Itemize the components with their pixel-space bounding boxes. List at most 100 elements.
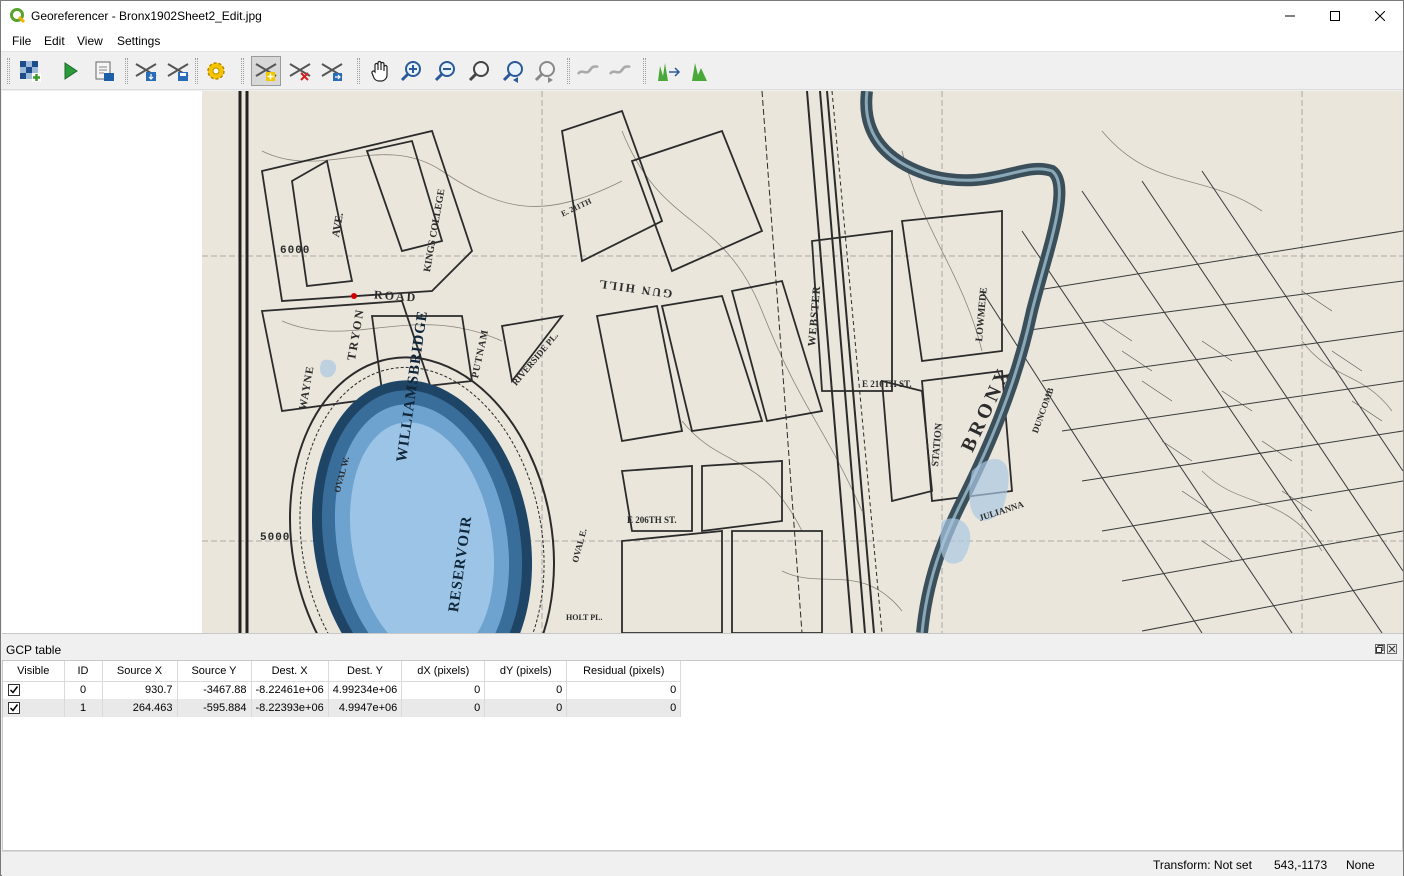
map-label-e206: E 206TH ST. [627,515,677,525]
column-header-dy[interactable]: dY (pixels) [484,661,568,682]
full-histogram-stretch-button[interactable] [653,56,683,86]
source-y-cell[interactable]: -3467.88 [177,681,252,699]
generate-gdal-script-button[interactable] [89,56,119,86]
link-qgis-to-georeferencer-icon [608,64,631,75]
close-panel-button[interactable] [1387,644,1397,654]
pan-icon [371,60,388,82]
dest-y-cell[interactable]: 4.9947e+06 [328,699,403,717]
toolbar-grip[interactable] [195,58,198,84]
map-label-e210: E 210TH ST. [862,379,912,389]
float-icon [1376,645,1384,653]
toolbar-grip[interactable] [567,58,570,84]
close-button[interactable] [1357,1,1403,31]
dest-x-cell[interactable]: -8.22461e+06 [251,681,329,699]
panel-controls [1375,644,1397,654]
id-cell[interactable]: 1 [64,699,103,717]
toolbar-grip[interactable] [357,58,360,84]
map-canvas[interactable]: ROAD TRYON PUTNAM RIVERSIDE PL. WAYNE KI… [2,91,1403,633]
full-histogram-stretch-icon [658,63,681,81]
float-panel-button[interactable] [1375,644,1385,654]
minimize-button[interactable] [1267,1,1313,31]
zoom-next-button[interactable] [531,56,561,86]
visible-checkbox[interactable] [8,684,20,697]
toolbar-grip[interactable] [7,58,10,84]
column-header-source-y[interactable]: Source Y [177,661,252,682]
pan-button[interactable] [365,56,395,86]
zoom-to-layer-icon [468,61,489,82]
column-header-dest-y[interactable]: Dest. Y [328,661,403,682]
menu-file[interactable]: File [9,34,34,48]
qgis-logo-icon [10,8,26,24]
visible-cell[interactable] [3,681,65,699]
column-header-residual[interactable]: Residual (pixels) [566,661,682,682]
delete-point-button[interactable] [285,56,315,86]
source-y-cell[interactable]: -595.884 [177,699,252,717]
table-row[interactable]: 0 930.7 -3467.88 -8.22461e+06 4.99234e+0… [3,681,682,699]
zoom-in-button[interactable] [397,56,427,86]
column-header-dx[interactable]: dX (pixels) [401,661,486,682]
link-georeferencer-to-qgis-icon [576,64,599,75]
column-header-id[interactable]: ID [64,661,103,682]
generate-gdal-script-icon [95,61,114,81]
maximize-button[interactable] [1312,1,1358,31]
raster-map[interactable]: ROAD TRYON PUTNAM RIVERSIDE PL. WAYNE KI… [202,91,1403,633]
save-gcp-points-icon [167,63,189,81]
residual-cell[interactable]: 0 [566,681,682,699]
start-georeferencing-button[interactable] [55,56,85,86]
id-cell[interactable]: 0 [64,681,103,699]
gcp-table-header: Visible ID Source X Source Y Dest. X Des… [3,661,682,682]
dy-cell[interactable]: 0 [484,699,568,717]
toolbar-grip[interactable] [643,58,646,84]
close-icon [1388,645,1396,653]
open-raster-icon [20,61,41,82]
link-georeferencer-to-qgis-button[interactable] [573,56,603,86]
residual-cell[interactable]: 0 [566,699,682,717]
gcp-table-body: Visible ID Source X Source Y Dest. X Des… [2,660,1403,851]
gcp-table-panel: GCP table Visible ID Source X Source Y D… [2,633,1403,851]
coordinate-readout: 543,-1173 [1274,858,1328,872]
start-georeferencing-icon [64,62,78,80]
menu-view[interactable]: View [74,34,106,48]
load-gcp-points-button[interactable] [131,56,161,86]
dx-cell[interactable]: 0 [401,699,486,717]
transform-status: Transform: Not set [1153,858,1252,872]
add-point-button[interactable] [251,56,281,86]
crs-status[interactable]: None [1346,858,1375,872]
table-row[interactable]: 1 264.463 -595.884 -8.22393e+06 4.9947e+… [3,699,682,717]
column-header-visible[interactable]: Visible [3,661,65,682]
zoom-to-layer-button[interactable] [465,56,495,86]
zoom-out-button[interactable] [431,56,461,86]
local-histogram-stretch-icon [692,63,707,81]
toolbar [1,52,1403,90]
source-x-cell[interactable]: 264.463 [102,699,178,717]
link-qgis-to-georeferencer-button[interactable] [605,56,635,86]
visible-cell[interactable] [3,699,65,717]
dest-x-cell[interactable]: -8.22393e+06 [251,699,329,717]
menu-settings[interactable]: Settings [114,34,163,48]
source-x-cell[interactable]: 930.7 [102,681,178,699]
column-header-dest-x[interactable]: Dest. X [251,661,329,682]
toolbar-grip[interactable] [241,58,244,84]
dy-cell[interactable]: 0 [484,681,568,699]
column-header-source-x[interactable]: Source X [102,661,178,682]
visible-checkbox[interactable] [8,702,20,715]
save-gcp-points-button[interactable] [163,56,193,86]
zoom-last-button[interactable] [499,56,529,86]
transformation-settings-button[interactable] [201,56,231,86]
window-title: Georeferencer - Bronx1902Sheet2_Edit.jpg [31,9,262,23]
close-icon [1375,11,1385,21]
menu-edit[interactable]: Edit [41,34,68,48]
menu-bar: File Edit View Settings [1,31,1403,52]
local-histogram-stretch-button[interactable] [687,56,717,86]
transformation-settings-icon [207,62,225,80]
zoom-last-icon [502,61,523,83]
zoom-next-icon [534,61,555,83]
checkmark-icon [9,686,19,694]
load-gcp-points-icon [135,63,157,81]
dx-cell[interactable]: 0 [401,681,486,699]
open-raster-button[interactable] [15,56,45,86]
dest-y-cell[interactable]: 4.99234e+06 [328,681,403,699]
move-gcp-point-button[interactable] [317,56,347,86]
georeferencer-window: Georeferencer - Bronx1902Sheet2_Edit.jpg… [0,0,1404,876]
toolbar-grip[interactable] [125,58,128,84]
